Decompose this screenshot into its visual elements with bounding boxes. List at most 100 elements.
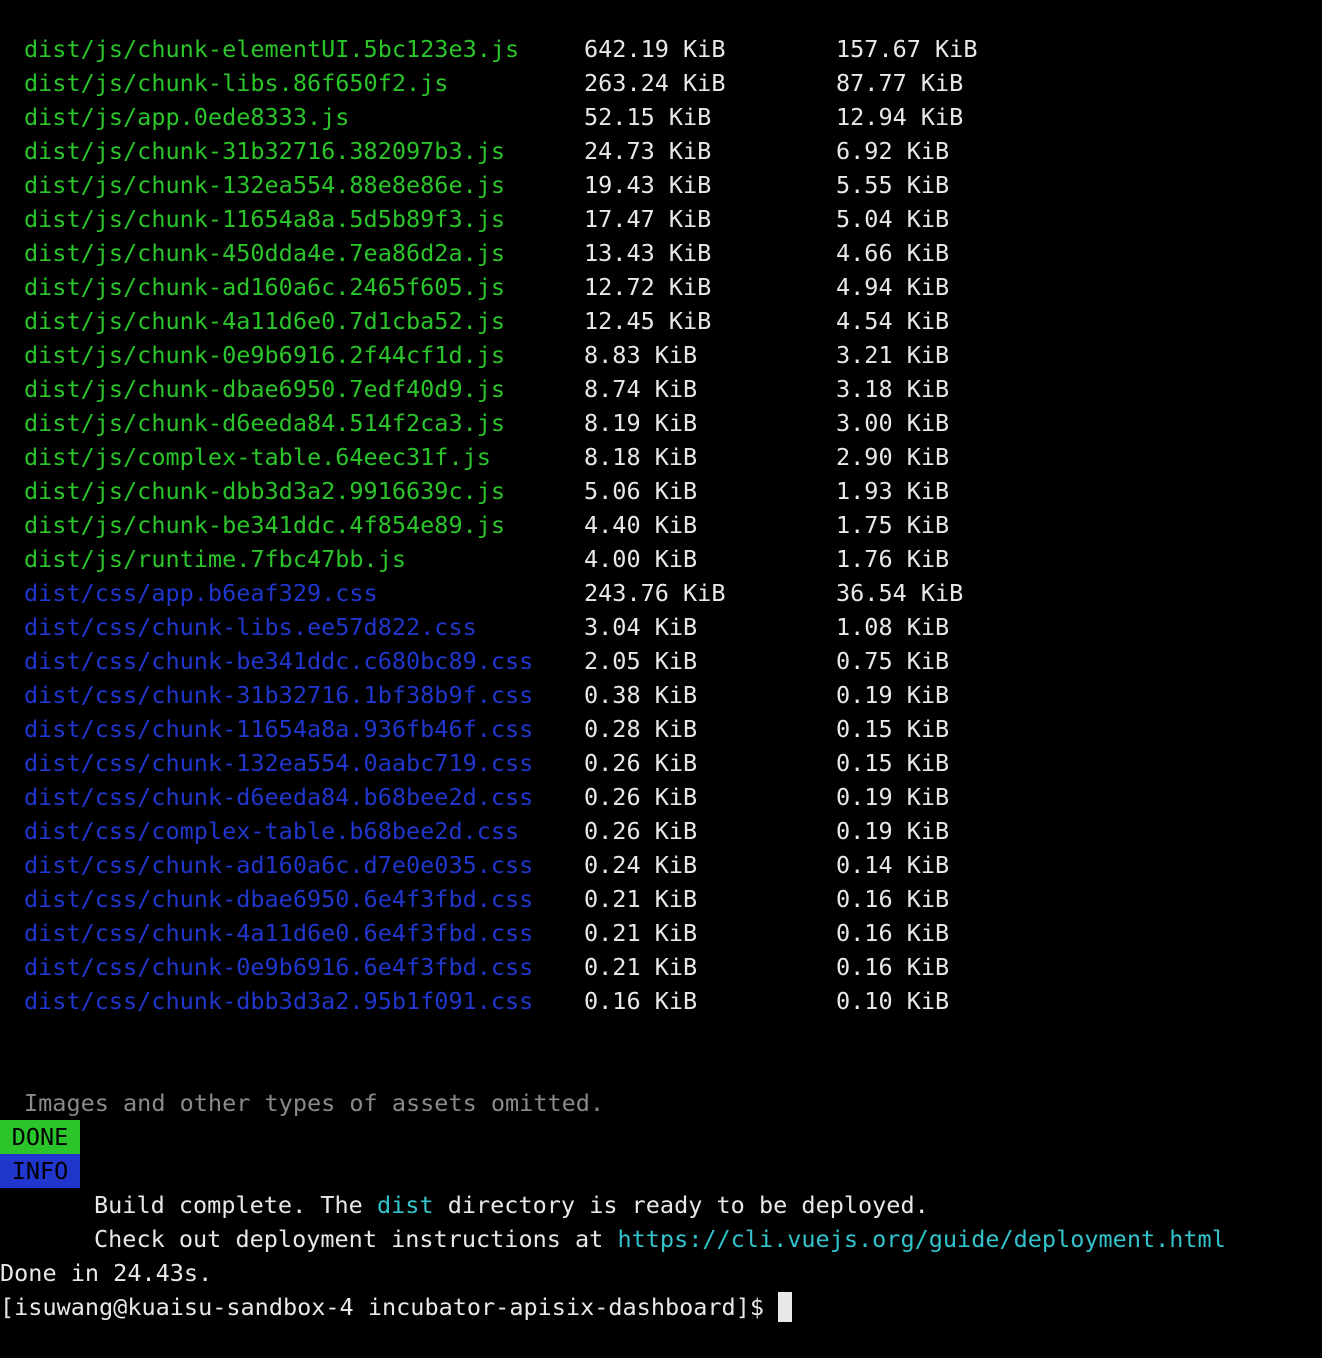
asset-file: dist/js/chunk-elementUI.5bc123e3.js	[24, 35, 520, 63]
asset-row: dist/js/chunk-d6eeda84.514f2ca3.js 8.19 K…	[0, 406, 1322, 440]
asset-row: dist/js/chunk-0e9b6916.2f44cf1d.js 8.83 K…	[0, 338, 1322, 372]
asset-file: dist/js/chunk-11654a8a.5d5b89f3.js	[24, 205, 506, 233]
asset-gzipped: 0.16 KiB	[836, 885, 950, 913]
asset-gzipped: 4.94 KiB	[836, 273, 950, 301]
asset-size: 642.19 KiB	[584, 35, 726, 63]
asset-row: dist/js/chunk-ad160a6c.2465f605.js 12.72 …	[0, 270, 1322, 304]
asset-size: 13.43 KiB	[584, 239, 712, 267]
asset-size: 8.19 KiB	[584, 409, 698, 437]
asset-gzipped: 0.19 KiB	[836, 681, 950, 709]
asset-gzipped: 0.15 KiB	[836, 715, 950, 743]
asset-row: dist/css/app.b6eaf329.css 243.76 KiB 36.54…	[0, 576, 1322, 610]
asset-row: dist/css/chunk-ad160a6c.d7e0e035.css 0.24…	[0, 848, 1322, 882]
note-line: Images and other types of assets omitted…	[0, 1052, 1322, 1117]
info-line: INFO Check out deployment instructions a…	[0, 1154, 1322, 1253]
asset-size: 8.74 KiB	[584, 375, 698, 403]
asset-gzipped: 1.93 KiB	[836, 477, 950, 505]
asset-size: 19.43 KiB	[584, 171, 712, 199]
asset-row: dist/js/app.0ede8333.js 52.15 KiB 12.94 Ki…	[0, 100, 1322, 134]
asset-file: dist/css/chunk-ad160a6c.d7e0e035.css	[24, 851, 534, 879]
asset-file: dist/css/chunk-be341ddc.c680bc89.css	[24, 647, 534, 675]
asset-file: dist/css/chunk-libs.ee57d822.css	[24, 613, 477, 641]
asset-row: dist/js/runtime.7fbc47bb.js 4.00 KiB 1.76 …	[0, 542, 1322, 576]
asset-row: dist/js/complex-table.64eec31f.js 8.18 Ki…	[0, 440, 1322, 474]
terminal-output: dist/js/chunk-elementUI.5bc123e3.js 642.1…	[0, 32, 1322, 1322]
asset-file: dist/css/chunk-4a11d6e0.6e4f3fbd.css	[24, 919, 534, 947]
asset-size: 0.21 KiB	[584, 953, 698, 981]
asset-file: dist/js/chunk-132ea554.88e8e86e.js	[24, 171, 506, 199]
asset-row: dist/js/chunk-132ea554.88e8e86e.js 19.43 …	[0, 168, 1322, 202]
asset-size: 17.47 KiB	[584, 205, 712, 233]
asset-row: dist/css/chunk-31b32716.1bf38b9f.css 0.38…	[0, 678, 1322, 712]
asset-file: dist/js/runtime.7fbc47bb.js	[24, 545, 407, 573]
asset-size: 2.05 KiB	[584, 647, 698, 675]
asset-size: 0.16 KiB	[584, 987, 698, 1015]
asset-size: 0.26 KiB	[584, 783, 698, 811]
asset-file: dist/js/chunk-31b32716.382097b3.js	[24, 137, 506, 165]
asset-row: dist/css/complex-table.b68bee2d.css 0.26 …	[0, 814, 1322, 848]
asset-file: dist/js/chunk-d6eeda84.514f2ca3.js	[24, 409, 506, 437]
asset-row: dist/js/chunk-libs.86f650f2.js 263.24 KiB…	[0, 66, 1322, 100]
shell-prompt: [isuwang@kuaisu-sandbox-4 incubator-apis…	[0, 1290, 793, 1324]
asset-file: dist/js/chunk-0e9b6916.2f44cf1d.js	[24, 341, 506, 369]
asset-row: dist/js/chunk-dbae6950.7edf40d9.js 8.74 K…	[0, 372, 1322, 406]
asset-row: dist/css/chunk-libs.ee57d822.css 3.04 KiB…	[0, 610, 1322, 644]
asset-row: dist/js/chunk-4a11d6e0.7d1cba52.js 12.45 …	[0, 304, 1322, 338]
asset-row: dist/css/chunk-d6eeda84.b68bee2d.css 0.26…	[0, 780, 1322, 814]
asset-gzipped: 157.67 KiB	[836, 35, 978, 63]
asset-row: dist/js/chunk-dbb3d3a2.9916639c.js 5.06 K…	[0, 474, 1322, 508]
asset-size: 3.04 KiB	[584, 613, 698, 641]
asset-gzipped: 5.55 KiB	[836, 171, 950, 199]
asset-gzipped: 1.76 KiB	[836, 545, 950, 573]
asset-size: 0.26 KiB	[584, 749, 698, 777]
asset-row: dist/css/chunk-be341ddc.c680bc89.css 2.05…	[0, 644, 1322, 678]
asset-file: dist/css/complex-table.b68bee2d.css	[24, 817, 520, 845]
asset-size: 0.26 KiB	[584, 817, 698, 845]
asset-list: dist/js/chunk-elementUI.5bc123e3.js 642.1…	[0, 32, 1322, 1018]
asset-gzipped: 4.66 KiB	[836, 239, 950, 267]
asset-file: dist/js/chunk-dbae6950.7edf40d9.js	[24, 375, 506, 403]
asset-file: dist/css/app.b6eaf329.css	[24, 579, 378, 607]
asset-gzipped: 3.18 KiB	[836, 375, 950, 403]
asset-row: dist/js/chunk-be341ddc.4f854e89.js 4.40 K…	[0, 508, 1322, 542]
done-badge: DONE	[0, 1120, 80, 1154]
asset-gzipped: 0.19 KiB	[836, 817, 950, 845]
asset-size: 5.06 KiB	[584, 477, 698, 505]
asset-gzipped: 12.94 KiB	[836, 103, 964, 131]
asset-size: 0.38 KiB	[584, 681, 698, 709]
asset-gzipped: 0.14 KiB	[836, 851, 950, 879]
asset-gzipped: 36.54 KiB	[836, 579, 964, 607]
asset-row: dist/js/chunk-11654a8a.5d5b89f3.js 17.47 …	[0, 202, 1322, 236]
asset-row: dist/css/chunk-dbae6950.6e4f3fbd.css 0.21…	[0, 882, 1322, 916]
asset-gzipped: 0.15 KiB	[836, 749, 950, 777]
asset-row: dist/css/chunk-11654a8a.936fb46f.css 0.28…	[0, 712, 1322, 746]
asset-file: dist/css/chunk-d6eeda84.b68bee2d.css	[24, 783, 534, 811]
asset-row: dist/css/chunk-dbb3d3a2.95b1f091.css 0.16…	[0, 984, 1322, 1018]
asset-gzipped: 87.77 KiB	[836, 69, 964, 97]
asset-size: 8.18 KiB	[584, 443, 698, 471]
prompt-text: [isuwang@kuaisu-sandbox-4 incubator-apis…	[0, 1293, 765, 1321]
asset-gzipped: 0.75 KiB	[836, 647, 950, 675]
asset-file: dist/js/complex-table.64eec31f.js	[24, 443, 491, 471]
asset-size: 24.73 KiB	[584, 137, 712, 165]
asset-file: dist/css/chunk-31b32716.1bf38b9f.css	[24, 681, 534, 709]
asset-size: 52.15 KiB	[584, 103, 712, 131]
asset-size: 0.28 KiB	[584, 715, 698, 743]
asset-file: dist/js/chunk-be341ddc.4f854e89.js	[24, 511, 506, 539]
asset-gzipped: 0.10 KiB	[836, 987, 950, 1015]
asset-row: dist/css/chunk-4a11d6e0.6e4f3fbd.css 0.21…	[0, 916, 1322, 950]
asset-file: dist/css/chunk-dbae6950.6e4f3fbd.css	[24, 885, 534, 913]
asset-file: dist/js/chunk-dbb3d3a2.9916639c.js	[24, 477, 506, 505]
asset-row: dist/js/chunk-elementUI.5bc123e3.js 642.1…	[0, 32, 1322, 66]
asset-gzipped: 3.21 KiB	[836, 341, 950, 369]
asset-file: dist/js/chunk-450dda4e.7ea86d2a.js	[24, 239, 506, 267]
info-badge: INFO	[0, 1154, 80, 1188]
asset-size: 243.76 KiB	[584, 579, 726, 607]
asset-file: dist/css/chunk-0e9b6916.6e4f3fbd.css	[24, 953, 534, 981]
asset-file: dist/js/app.0ede8333.js	[24, 103, 350, 131]
asset-size: 0.21 KiB	[584, 919, 698, 947]
asset-size: 0.24 KiB	[584, 851, 698, 879]
prompt-line[interactable]: [isuwang@kuaisu-sandbox-4 incubator-apis…	[0, 1256, 1322, 1322]
